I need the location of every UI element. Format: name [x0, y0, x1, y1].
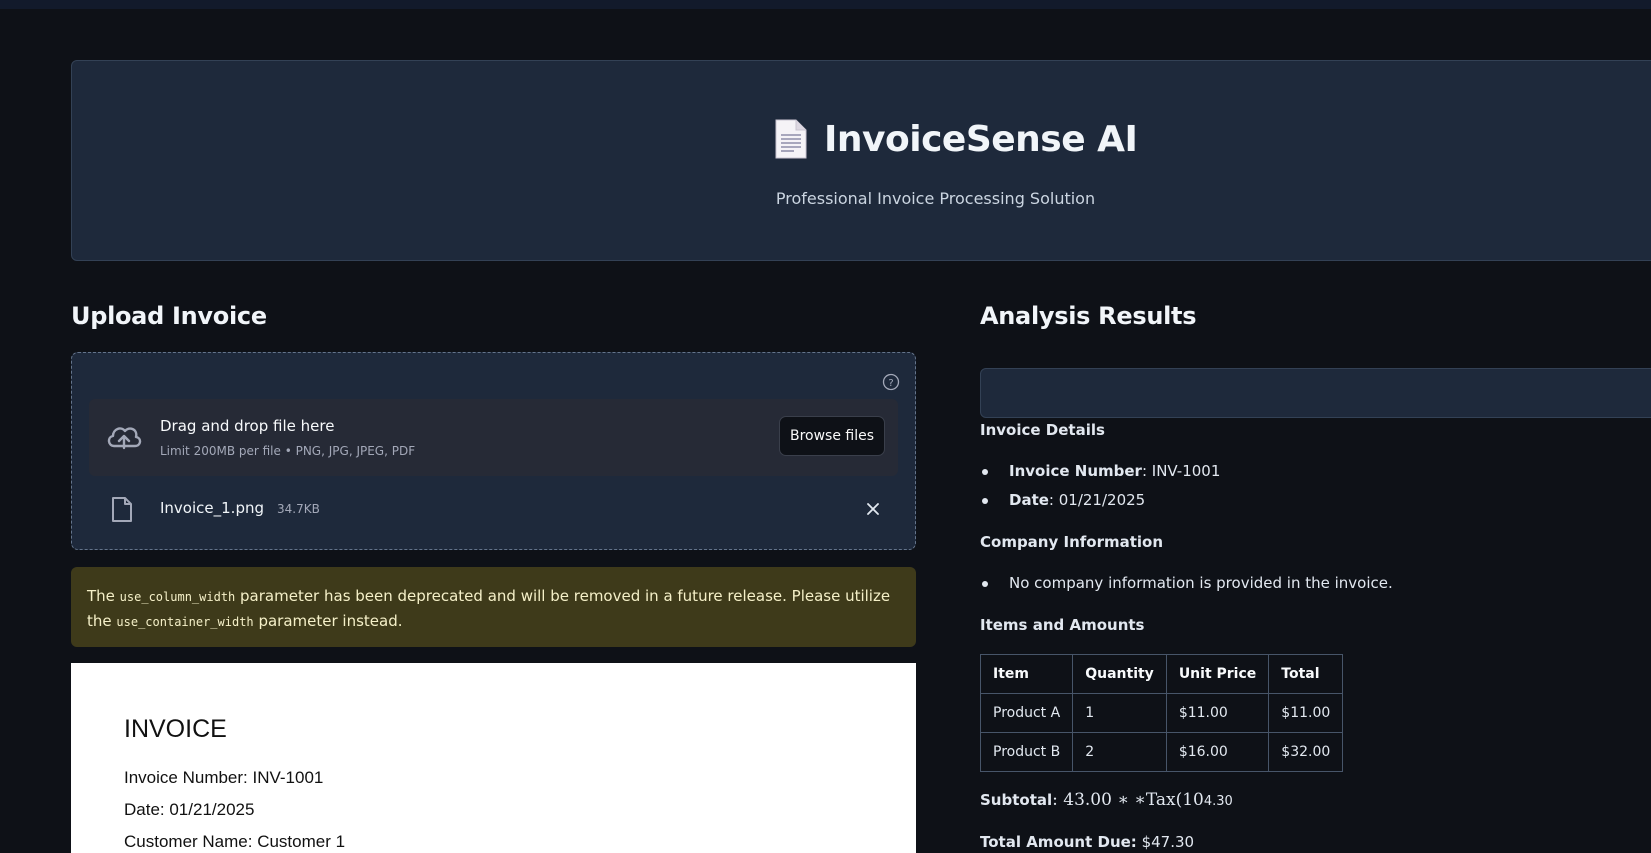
table-cell: 2	[1072, 732, 1167, 772]
app-subtitle: Professional Invoice Processing Solution	[775, 189, 1096, 208]
upload-heading: Upload Invoice	[71, 302, 267, 330]
svg-text:?: ?	[888, 378, 893, 389]
invoice-preview-line: Date: 01/21/2025	[124, 800, 255, 819]
warning-code-column-width: use_column_width	[119, 590, 236, 604]
subtotal-math: : 43.00 ∗ ∗Tax(10	[1052, 790, 1204, 810]
company-info-label: Company Information	[980, 533, 1164, 551]
table-cell: Product A	[979, 693, 1074, 733]
total-value: $47.30	[1136, 833, 1195, 851]
total-amount-due: Total Amount Due: $47.30	[980, 833, 1194, 851]
table-cell: $11.00	[1268, 693, 1344, 733]
dropzone[interactable]: Drag and drop file here Limit 200MB per …	[89, 399, 898, 476]
file-size: 34.7KB	[277, 502, 320, 516]
table-header-cell: Unit Price	[1165, 654, 1270, 694]
table-header-cell: Quantity	[1072, 654, 1167, 694]
top-bar	[0, 0, 1651, 9]
warning-text-after: parameter instead.	[253, 612, 403, 630]
bullet-dot	[982, 469, 988, 475]
table-cell: 1	[1072, 693, 1167, 733]
warning-code-container-width: use_container_width	[116, 615, 254, 629]
total-key: Total Amount Due:	[980, 833, 1137, 851]
invoice-number-value: : INV-1001	[1141, 462, 1221, 480]
invoice-preview-line: Invoice Number: INV-1001	[124, 768, 324, 787]
date-key: Date	[1009, 491, 1049, 509]
invoice-details-label: Invoice Details	[980, 421, 1105, 439]
subtotal-tail: 4.30	[1203, 794, 1233, 809]
header-title-row: InvoiceSense AI	[772, 113, 1138, 165]
file-uploader[interactable]: ? Drag and drop file here Limit 200MB pe…	[71, 352, 916, 550]
bullet-dot	[982, 498, 988, 504]
browse-files-button[interactable]: Browse files	[779, 416, 885, 456]
table-cell: Product B	[979, 732, 1074, 772]
file-icon	[112, 497, 132, 522]
table-row: Product A 1 $11.00 $11.00	[979, 693, 1344, 733]
table-cell: $16.00	[1165, 732, 1270, 772]
app-header: InvoiceSense AI Professional Invoice Pro…	[71, 60, 1651, 261]
help-icon[interactable]: ?	[882, 373, 900, 391]
invoice-preview-title: INVOICE	[124, 715, 227, 743]
table-header-cell: Item	[979, 654, 1074, 694]
file-name: Invoice_1.png	[160, 499, 264, 517]
bullet-dot	[982, 581, 988, 587]
uploaded-file-row: Invoice_1.png 34.7KB	[89, 489, 898, 529]
invoice-preview-image: INVOICE Invoice Number: INV-1001 Date: 0…	[71, 663, 916, 853]
warning-text-before: The	[87, 587, 120, 605]
invoice-preview-line: Customer Name: Customer 1	[124, 832, 346, 851]
table-header-cell: Total	[1268, 654, 1344, 694]
table-header-row: Item Quantity Unit Price Total	[979, 654, 1344, 694]
table-cell: $11.00	[1165, 693, 1270, 733]
subtotal-key: Subtotal	[980, 791, 1053, 809]
close-icon[interactable]	[865, 501, 881, 517]
cloud-upload-icon	[107, 427, 142, 450]
table-cell: $32.00	[1268, 732, 1344, 772]
table-row: Product B 2 $16.00 $32.00	[979, 732, 1344, 772]
drop-title: Drag and drop file here	[160, 417, 335, 435]
subtotal-line: Subtotal: 43.00 ∗ ∗Tax(104.30	[980, 790, 1233, 810]
deprecation-warning: The use_column_width parameter has been …	[71, 567, 916, 647]
drop-hint: Limit 200MB per file • PNG, JPG, JPEG, P…	[160, 444, 416, 458]
results-heading: Analysis Results	[980, 302, 1197, 330]
app-title: InvoiceSense AI	[824, 118, 1138, 160]
items-amounts-label: Items and Amounts	[980, 616, 1145, 634]
company-info-text: No company information is provided in th…	[1009, 574, 1393, 592]
items-table: Item Quantity Unit Price Total Product A…	[979, 654, 1344, 772]
invoice-number-key: Invoice Number	[1009, 462, 1142, 480]
document-icon	[775, 119, 807, 159]
date-value: : 01/21/2025	[1048, 491, 1146, 509]
results-container	[980, 368, 1651, 418]
